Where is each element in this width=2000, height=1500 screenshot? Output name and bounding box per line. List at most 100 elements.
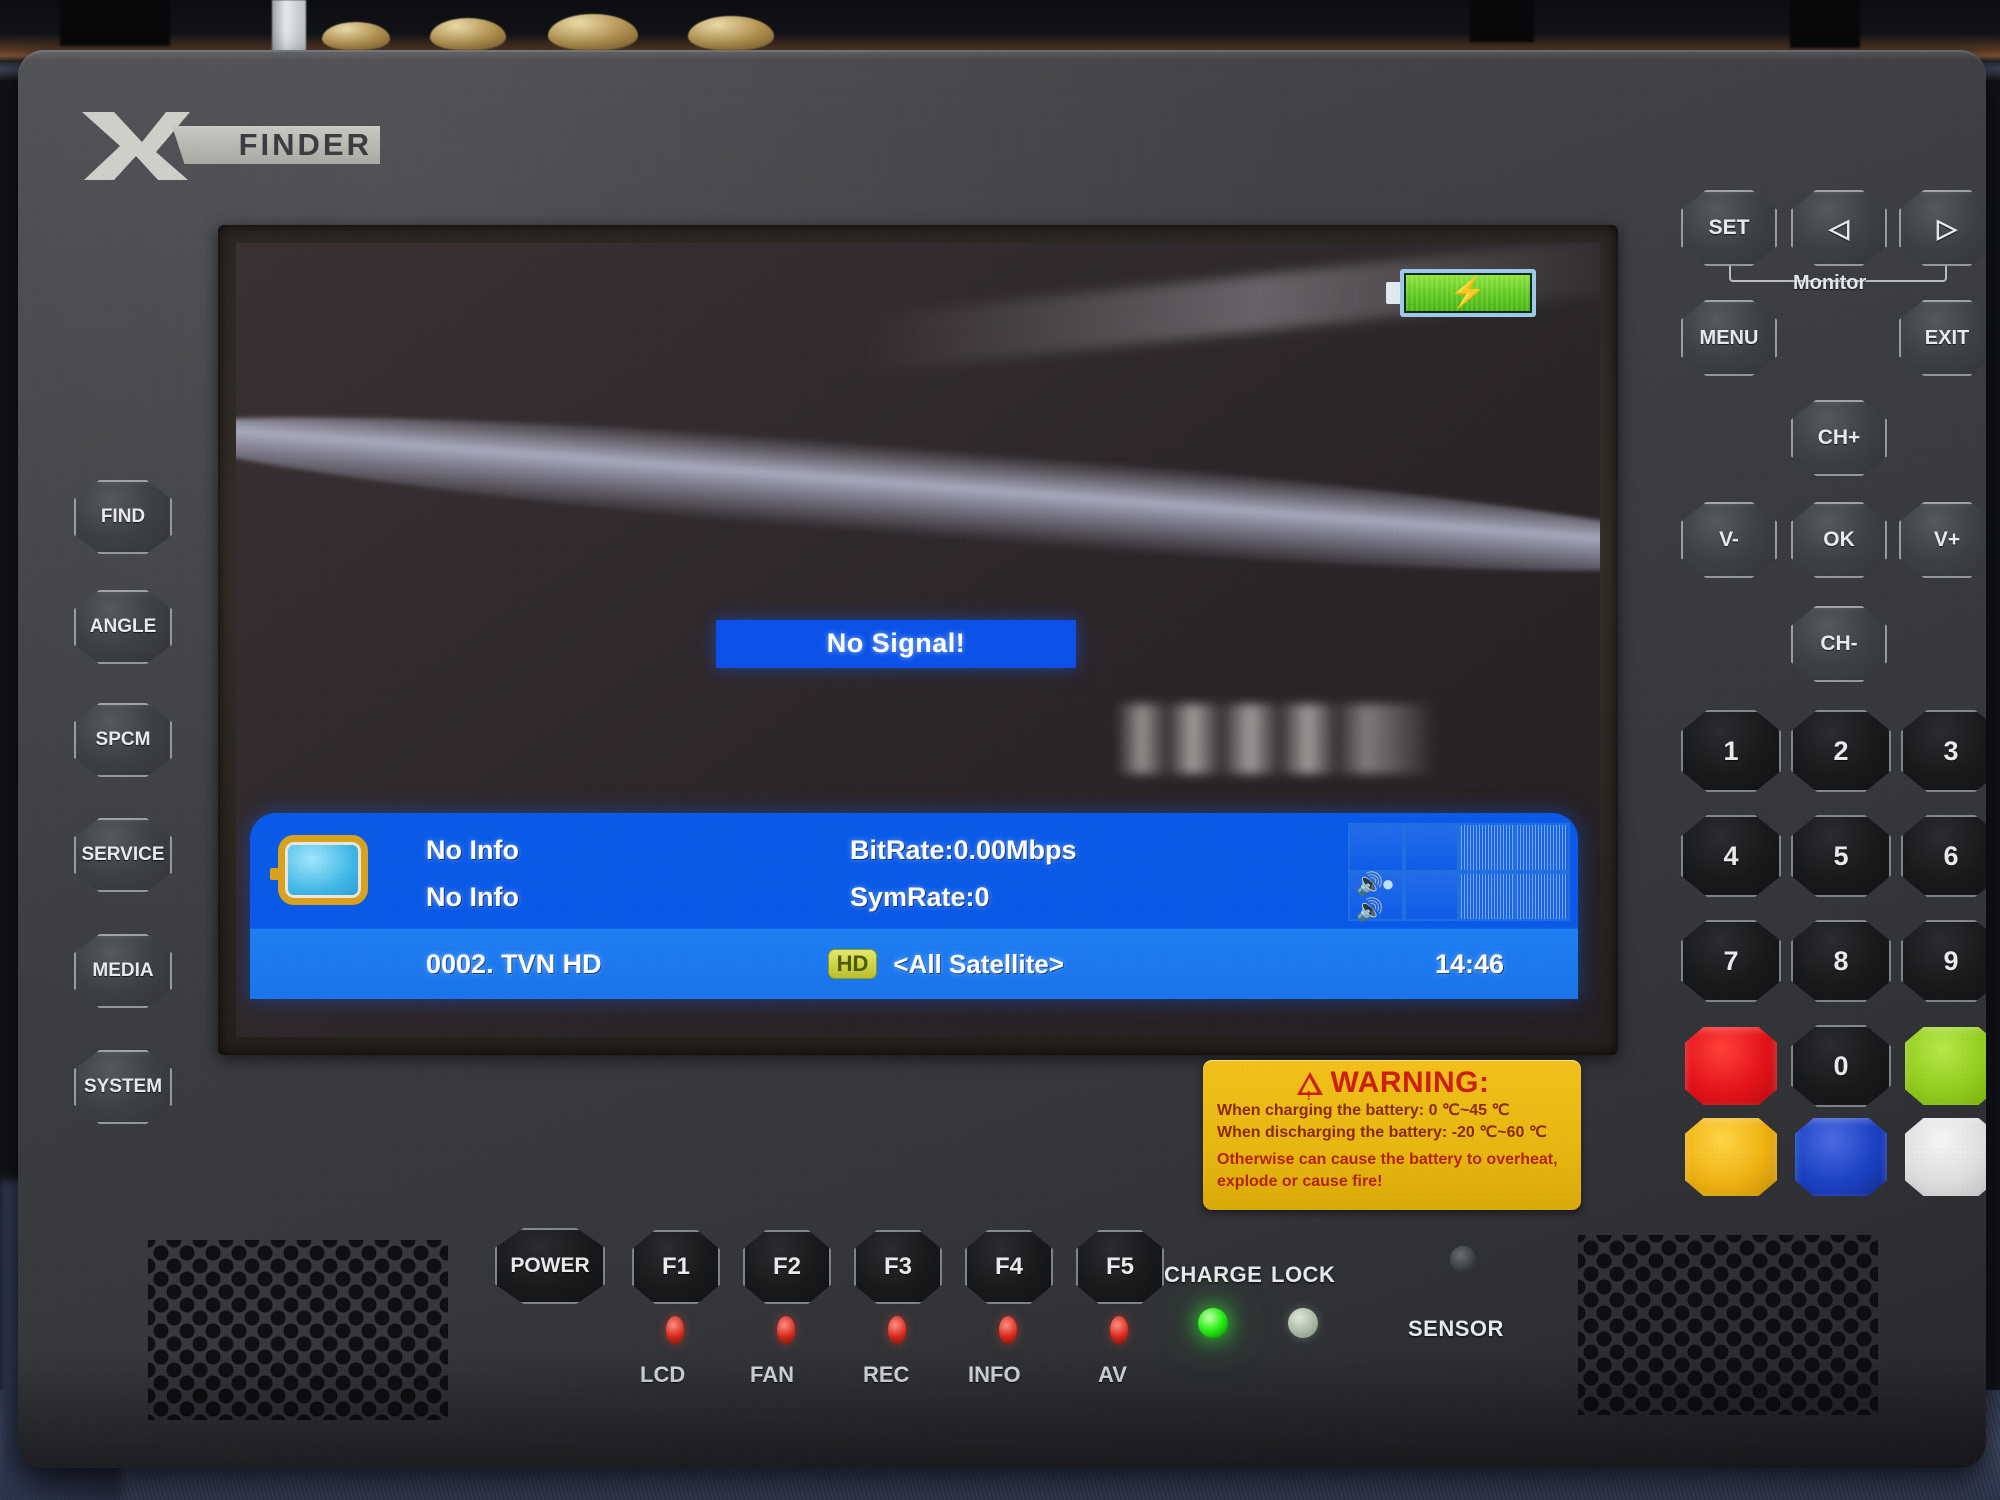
exit-button[interactable]: EXIT — [1899, 300, 1986, 376]
meter-cell — [1348, 823, 1404, 872]
f2-button[interactable]: F2 — [743, 1230, 831, 1304]
warning-sticker: WARNING: When charging the battery: 0 ℃~… — [1203, 1060, 1581, 1210]
volume-up-button[interactable]: V+ — [1899, 502, 1986, 578]
channel-down-button[interactable]: CH- — [1791, 606, 1887, 682]
ok-button[interactable]: OK — [1791, 502, 1887, 578]
brass-stud — [548, 14, 638, 50]
button-label: F1 — [661, 1253, 690, 1280]
f3-button[interactable]: F3 — [854, 1230, 942, 1304]
osd-bitrate: BitRate:0.00Mbps — [850, 835, 1077, 865]
white-function-button[interactable] — [1905, 1118, 1986, 1196]
warning-line-3: Otherwise can cause the battery to overh… — [1217, 1151, 1558, 1168]
brand-logo: FINDER — [80, 110, 380, 182]
power-button[interactable]: POWER — [495, 1228, 605, 1304]
lcd-led — [666, 1316, 684, 1344]
osd-now-info: No Info — [426, 835, 519, 865]
button-label: 3 — [1943, 735, 1959, 766]
volume-down-button[interactable]: V- — [1681, 502, 1777, 578]
screen-glare-highlights — [1116, 703, 1437, 774]
red-function-button[interactable] — [1685, 1027, 1777, 1105]
battery-body: ⚡ — [1400, 269, 1536, 317]
signal-meter-grid: 🔊●🔊 — [1348, 823, 1570, 922]
f4-button[interactable]: F4 — [965, 1230, 1053, 1304]
rec-led — [888, 1316, 906, 1344]
button-label: SPCM — [95, 729, 151, 750]
button-label: MENU — [1699, 326, 1759, 349]
button-label: ANGLE — [89, 616, 157, 637]
sidebar-item-find[interactable]: FIND — [74, 480, 172, 554]
warning-line-2: When discharging the battery: -20 ℃~60 ℃ — [1217, 1124, 1547, 1141]
button-label: V+ — [1933, 528, 1961, 551]
battery-charging-icon: ⚡ — [1386, 269, 1536, 317]
white-cable — [272, 0, 306, 52]
info-led — [999, 1316, 1017, 1344]
left-arrow-button[interactable]: ◁ — [1791, 190, 1887, 266]
button-label: SET — [1708, 216, 1750, 239]
channel-up-button[interactable]: CH+ — [1791, 400, 1887, 476]
rec-led-label: REC — [863, 1362, 910, 1387]
keypad-4[interactable]: 4 — [1681, 815, 1781, 897]
info-led-label: INFO — [968, 1362, 1021, 1387]
keypad-5[interactable]: 5 — [1791, 815, 1891, 897]
osd-stream-info: BitRate:0.00Mbps SymRate:0 — [850, 827, 1077, 921]
f5-button[interactable]: F5 — [1076, 1230, 1164, 1304]
button-label: F4 — [994, 1253, 1023, 1280]
button-label: F5 — [1105, 1253, 1134, 1280]
lcd-led-label: LCD — [640, 1362, 686, 1387]
chevron-left-icon: ◁ — [1829, 212, 1849, 243]
yellow-function-button[interactable] — [1685, 1118, 1777, 1196]
osd-top-section: No Info No Info BitRate:0.00Mbps SymRate… — [250, 813, 1578, 929]
fan-led-label: FAN — [750, 1362, 794, 1387]
status-badge-hd: HD — [827, 949, 878, 979]
warning-line-1: When charging the battery: 0 ℃~45 ℃ — [1217, 1102, 1510, 1119]
charge-led — [1198, 1308, 1228, 1338]
keypad-0[interactable]: 0 — [1791, 1025, 1891, 1107]
menu-button[interactable]: MENU — [1681, 300, 1777, 376]
f1-button[interactable]: F1 — [632, 1230, 720, 1304]
green-function-button[interactable] — [1905, 1027, 1986, 1105]
button-label: F2 — [772, 1253, 801, 1280]
keypad-1[interactable]: 1 — [1681, 710, 1781, 792]
logo-wordmark-plate: FINDER — [172, 126, 380, 164]
osd-symrate: SymRate:0 — [850, 882, 990, 912]
ir-sensor — [1450, 1246, 1476, 1272]
sidebar-item-service[interactable]: SERVICE — [74, 818, 172, 892]
meter-cell — [1514, 823, 1570, 872]
button-label: 8 — [1833, 945, 1849, 976]
keypad-8[interactable]: 8 — [1791, 920, 1891, 1002]
button-label: CH+ — [1817, 426, 1861, 449]
speaker-grille-left — [148, 1240, 448, 1420]
logo-wordmark: FINDER — [238, 127, 372, 162]
lightning-bolt-icon: ⚡ — [1449, 276, 1487, 309]
button-label: F3 — [883, 1253, 912, 1280]
no-signal-text: No Signal! — [826, 628, 966, 659]
sidebar-item-system[interactable]: SYSTEM — [74, 1050, 172, 1124]
sidebar-item-angle[interactable]: ANGLE — [74, 590, 172, 664]
button-label: OK — [1823, 528, 1855, 551]
top-highlight — [18, 50, 1986, 60]
lock-label: LOCK — [1271, 1262, 1336, 1287]
keypad-9[interactable]: 9 — [1901, 920, 1986, 1002]
sidebar-item-media[interactable]: MEDIA — [74, 934, 172, 1008]
osd-next-info: No Info — [426, 882, 519, 912]
satellite-finder-device: FINDER FIND ANGLE SPCM SERVICE MEDIA SYS… — [18, 50, 1986, 1468]
grille-dots — [148, 1240, 448, 1420]
blue-function-button[interactable] — [1795, 1118, 1887, 1196]
av-led — [1110, 1316, 1128, 1344]
keypad-2[interactable]: 2 — [1791, 710, 1891, 792]
button-label: EXIT — [1924, 326, 1970, 349]
button-label: FIND — [100, 506, 146, 527]
button-label: CH- — [1820, 632, 1858, 655]
keypad-7[interactable]: 7 — [1681, 920, 1781, 1002]
meter-cell — [1403, 872, 1459, 921]
screen-glare-cable-reflection — [236, 387, 1600, 602]
set-button[interactable]: SET — [1681, 190, 1777, 266]
right-arrow-button[interactable]: ▷ — [1899, 190, 1986, 266]
button-label: 4 — [1723, 840, 1739, 871]
lock-led — [1288, 1308, 1318, 1338]
sidebar-item-spcm[interactable]: SPCM — [74, 703, 172, 777]
warning-title: WARNING: — [1330, 1066, 1490, 1099]
keypad-3[interactable]: 3 — [1901, 710, 1986, 792]
dark-cable — [60, 0, 170, 46]
keypad-6[interactable]: 6 — [1901, 815, 1986, 897]
